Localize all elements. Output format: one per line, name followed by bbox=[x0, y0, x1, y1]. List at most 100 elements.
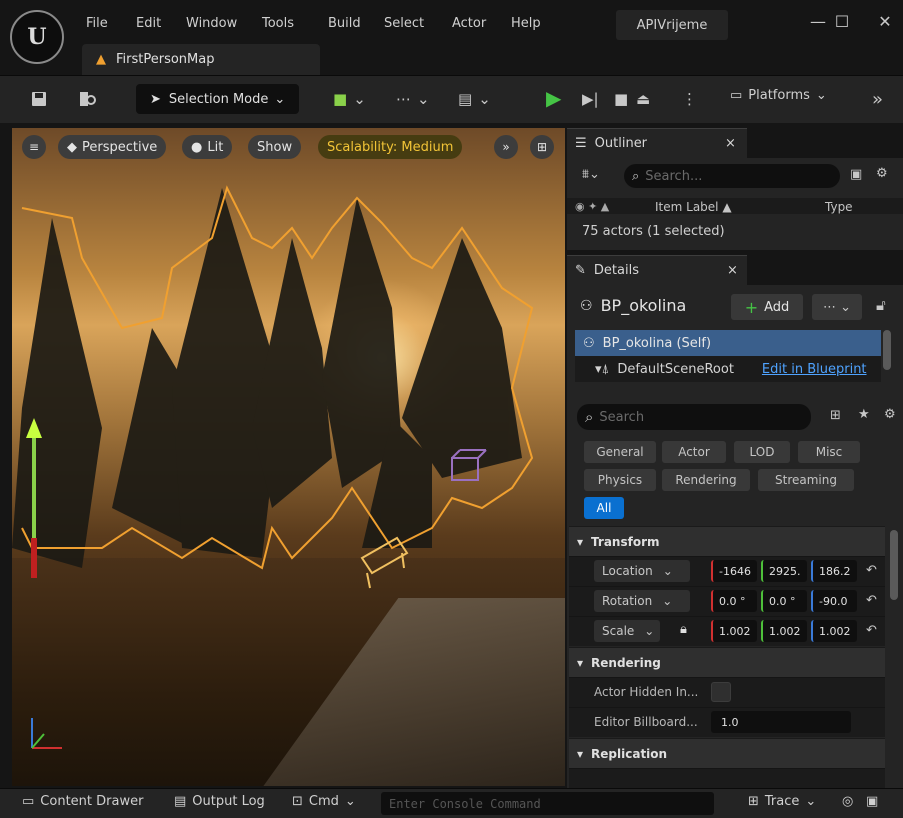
settings-gear-icon[interactable]: ⚙ bbox=[884, 407, 896, 422]
scale-dropdown[interactable]: Scale ⌄ bbox=[594, 620, 660, 642]
property-matrix-icon[interactable]: ⊞ bbox=[830, 408, 841, 423]
rotation-dropdown[interactable]: Rotation ⌄ bbox=[594, 590, 690, 612]
location-label: Location bbox=[602, 564, 653, 578]
lock-icon[interactable]: 🔓︎ bbox=[876, 296, 886, 314]
menu-select[interactable]: Select bbox=[384, 16, 424, 31]
actor-hidden-checkbox[interactable] bbox=[711, 682, 731, 702]
play-icon[interactable]: ▶ bbox=[546, 86, 561, 110]
filter-icon[interactable]: ⩩⌄ bbox=[582, 167, 600, 182]
close-tab-icon[interactable]: × bbox=[725, 136, 736, 151]
scale-lock-icon[interactable]: 🔒︎ bbox=[680, 622, 687, 637]
derived-data-icon[interactable]: ◎ bbox=[842, 794, 853, 809]
filter-general[interactable]: General bbox=[584, 441, 656, 463]
blueprint-icon[interactable]: ⋯ ⌄ bbox=[396, 87, 430, 111]
transform-section[interactable]: ▾ Transform bbox=[569, 526, 885, 556]
menu-actor[interactable]: Actor bbox=[452, 16, 486, 31]
forest-scene bbox=[12, 185, 534, 749]
browse-icon[interactable] bbox=[78, 87, 98, 111]
menu-edit[interactable]: Edit bbox=[136, 16, 161, 31]
expand-toolbar-icon[interactable]: » bbox=[494, 135, 518, 159]
location-z-field[interactable]: 186.2 bbox=[811, 560, 857, 582]
scale-z-field[interactable]: 1.002 bbox=[811, 620, 857, 642]
outliner-icon: ☰ bbox=[575, 136, 587, 151]
outliner-tab[interactable]: ☰ Outliner × bbox=[567, 128, 747, 158]
lit-button[interactable]: ● Lit bbox=[182, 135, 233, 159]
step-icon[interactable]: ▶| bbox=[582, 87, 599, 111]
more-icon[interactable]: » bbox=[872, 87, 883, 111]
output-log-button[interactable]: ▤ Output Log bbox=[174, 794, 265, 809]
collapse-arrow-icon: ▾ bbox=[577, 746, 584, 761]
filter-actor[interactable]: Actor bbox=[662, 441, 726, 463]
add-component-button[interactable]: + Add bbox=[731, 294, 803, 320]
favorites-star-icon[interactable]: ★ bbox=[858, 407, 870, 422]
menu-window[interactable]: Window bbox=[186, 16, 237, 31]
content-drawer-button[interactable]: ▭ Content Drawer bbox=[22, 794, 143, 809]
filter-physics[interactable]: Physics bbox=[584, 469, 656, 491]
item-label-column[interactable]: Item Label ▲ bbox=[655, 200, 732, 214]
reset-location-icon[interactable]: ↶ bbox=[866, 563, 877, 578]
component-root-row[interactable]: ▾⍋ DefaultSceneRoot Edit in Blueprint bbox=[575, 356, 881, 382]
menu-build[interactable]: Build bbox=[328, 16, 361, 31]
filter-rendering[interactable]: Rendering bbox=[662, 469, 750, 491]
trace-dropdown[interactable]: ⊞ Trace ⌄ bbox=[748, 794, 816, 809]
filter-lod[interactable]: LOD bbox=[734, 441, 790, 463]
scale-y-field[interactable]: 1.002 bbox=[761, 620, 807, 642]
add-actor-icon[interactable]: ■ ⌄ bbox=[333, 87, 366, 111]
edit-in-blueprint-link[interactable]: Edit in Blueprint bbox=[762, 362, 867, 377]
viewport-layout-icon[interactable]: ⊞ bbox=[530, 135, 554, 159]
console-command-input[interactable]: Enter Console Command bbox=[381, 792, 714, 815]
selection-mode-dropdown[interactable]: ➤ Selection Mode ⌄ bbox=[136, 84, 299, 114]
save-icon[interactable] bbox=[30, 87, 48, 111]
viewport-menu-icon[interactable]: ≡ bbox=[22, 135, 46, 159]
details-search-input[interactable]: ⌕ Search bbox=[577, 404, 811, 430]
collapse-arrow-icon: ▾ bbox=[577, 534, 584, 549]
outliner-search-input[interactable]: ⌕ Search... bbox=[624, 164, 840, 188]
add-folder-icon[interactable]: ▣ bbox=[850, 167, 862, 182]
actor-icon: ⚇ bbox=[580, 297, 593, 314]
blueprint-options-icon[interactable]: ⋯ ⌄ bbox=[812, 294, 862, 320]
location-y-field[interactable]: 2925. bbox=[761, 560, 807, 582]
scale-x-field[interactable]: 1.002 bbox=[711, 620, 757, 642]
source-control-icon[interactable]: ▣ bbox=[866, 794, 878, 809]
component-self-row[interactable]: ⚇ BP_okolina (Self) bbox=[575, 330, 881, 356]
cmd-dropdown[interactable]: ⊡ Cmd ⌄ bbox=[292, 794, 356, 809]
editor-billboard-field[interactable]: 1.0 bbox=[711, 711, 851, 733]
platforms-dropdown[interactable]: ▭ Platforms ⌄ bbox=[730, 88, 827, 103]
close-tab-icon[interactable]: × bbox=[727, 263, 738, 278]
rendering-section[interactable]: ▾ Rendering bbox=[569, 647, 885, 677]
perspective-button[interactable]: ◆ Perspective bbox=[58, 135, 167, 159]
stop-icon[interactable]: ■ bbox=[614, 87, 628, 111]
location-dropdown[interactable]: Location ⌄ bbox=[594, 560, 690, 582]
filter-all[interactable]: All bbox=[584, 497, 624, 519]
chevron-down-icon: ⌄ bbox=[274, 91, 286, 107]
cinematics-icon[interactable]: ▤ ⌄ bbox=[458, 87, 491, 111]
replication-section[interactable]: ▾ Replication bbox=[569, 738, 885, 768]
filter-streaming[interactable]: Streaming bbox=[758, 469, 854, 491]
component-scrollbar[interactable] bbox=[883, 330, 891, 370]
reset-rotation-icon[interactable]: ↶ bbox=[866, 593, 877, 608]
location-x-field[interactable]: -1646 bbox=[711, 560, 757, 582]
rotation-y-field[interactable]: 0.0 ° bbox=[761, 590, 807, 612]
menu-help[interactable]: Help bbox=[511, 16, 541, 31]
close-icon[interactable]: ✕ bbox=[870, 12, 900, 36]
filter-misc[interactable]: Misc bbox=[798, 441, 860, 463]
type-column[interactable]: Type bbox=[825, 200, 853, 214]
level-viewport[interactable] bbox=[12, 128, 565, 786]
rotation-z-field[interactable]: -90.0 bbox=[811, 590, 857, 612]
perspective-label: Perspective bbox=[82, 139, 158, 155]
maximize-icon[interactable]: ☐ bbox=[827, 12, 857, 36]
details-tab[interactable]: ✎ Details × bbox=[567, 255, 747, 285]
menu-file[interactable]: File bbox=[86, 16, 108, 31]
scalability-button[interactable]: Scalability: Medium bbox=[318, 135, 463, 159]
reset-scale-icon[interactable]: ↶ bbox=[866, 623, 877, 638]
settings-gear-icon[interactable]: ⚙ bbox=[876, 166, 888, 181]
details-scrollbar[interactable] bbox=[890, 530, 898, 600]
eject-icon[interactable]: ⏏ bbox=[636, 87, 650, 111]
rotation-x-field[interactable]: 0.0 ° bbox=[711, 590, 757, 612]
play-options-icon[interactable]: ⋮ bbox=[682, 87, 697, 111]
unreal-logo-icon[interactable]: U bbox=[10, 10, 64, 64]
show-button[interactable]: Show bbox=[248, 135, 302, 159]
document-tab[interactable]: ▲ FirstPersonMap bbox=[82, 44, 320, 75]
menu-tools[interactable]: Tools bbox=[262, 16, 294, 31]
details-icon: ✎ bbox=[575, 263, 586, 278]
